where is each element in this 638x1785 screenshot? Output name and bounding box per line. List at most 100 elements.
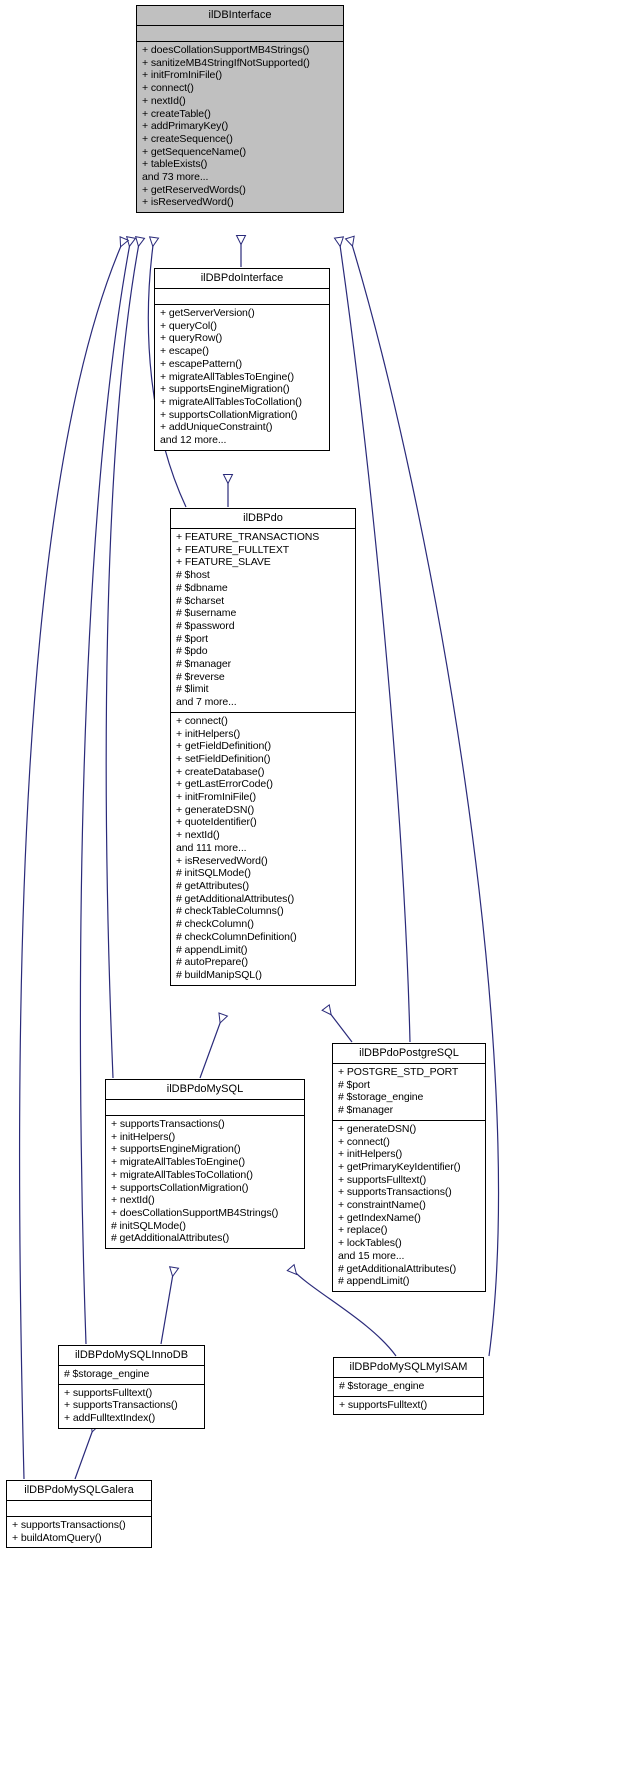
class-member: # $reverse [176,670,225,683]
class-member: + supportsCollationMigration() [111,1181,249,1194]
class-member: # autoPrepare() [176,956,249,969]
class-member: + connect() [338,1135,390,1148]
class-member-more: and 12 more... [160,434,227,447]
class-member: + getReservedWords() [142,183,246,196]
class-member: + getLastErrorCode() [176,778,273,791]
class-member: + generateDSN() [338,1122,417,1135]
class-title-ildbpdo: ilDBPdo [171,509,355,529]
class-member: # appendLimit() [338,1275,410,1288]
class-member: # getAdditionalAttributes() [176,892,295,905]
class-box-ildbpdopostgresql[interactable]: ilDBPdoPostgreSQL + POSTGRE_STD_PORT # $… [332,1043,486,1292]
class-member: # checkTableColumns() [176,905,284,918]
class-member: # $port [338,1078,370,1091]
class-member: + initHelpers() [111,1130,176,1143]
class-member: + initHelpers() [176,727,241,740]
class-title-ildbpdointerface: ilDBPdoInterface [155,269,329,289]
class-member: + nextId() [111,1194,155,1207]
class-member: + setFieldDefinition() [176,752,271,765]
class-member: + migrateAllTablesToCollation() [160,395,302,408]
class-title-ildbpdopostgresql: ilDBPdoPostgreSQL [333,1044,485,1064]
class-member: + tableExists() [142,158,208,171]
class-member: + nextId() [142,94,186,107]
class-box-ildbpdomysqlgalera[interactable]: ilDBPdoMySQLGalera + supportsTransaction… [6,1480,152,1549]
class-member: # $port [176,632,208,645]
class-member: + doesCollationSupportMB4Strings() [111,1206,279,1219]
class-member: + isReservedWord() [176,854,268,867]
class-member: + supportsTransactions() [12,1519,126,1531]
class-member: # checkColumn() [176,918,254,931]
class-member: # getAdditionalAttributes() [111,1232,230,1245]
class-member: + supportsTransactions() [111,1118,225,1130]
class-member: + FEATURE_SLAVE [176,556,271,569]
class-member: + addPrimaryKey() [142,120,229,133]
class-attributes-ildbpdomysql [106,1100,304,1116]
class-member-more: and 15 more... [338,1249,405,1262]
class-title-ildbpdomysqlmyisam: ilDBPdoMySQLMyISAM [334,1358,483,1378]
class-methods-ildbpdointerface: + getServerVersion() + queryCol() + quer… [155,305,329,450]
class-member: + migrateAllTablesToEngine() [160,370,295,383]
class-attributes-ildbpdomysqlmyisam: # $storage_engine [334,1378,483,1397]
class-box-ildbpdomysqlinnodb[interactable]: ilDBPdoMySQLInnoDB # $storage_engine + s… [58,1345,205,1429]
class-member: + sanitizeMB4StringIfNotSupported() [142,56,310,69]
class-member: # $manager [338,1104,394,1117]
class-box-ildbinterface[interactable]: ilDBInterface + doesCollationSupportMB4S… [136,5,344,214]
class-member: + supportsTransactions() [338,1186,452,1199]
class-member: + buildAtomQuery() [12,1531,102,1544]
class-member: + constraintName() [338,1199,426,1212]
class-member: + supportsTransactions() [64,1399,178,1412]
class-member: + getSequenceName() [142,145,247,158]
class-member: + connect() [142,82,194,95]
class-member: + connect() [176,714,228,727]
class-box-ildbpdomysqlmyisam[interactable]: ilDBPdoMySQLMyISAM # $storage_engine + s… [333,1357,484,1416]
class-member: + initFromIniFile() [176,791,257,804]
class-box-ildbpdointerface[interactable]: ilDBPdoInterface + getServerVersion() + … [154,268,330,451]
class-member: + escape() [160,345,209,358]
class-member: + initFromIniFile() [142,69,223,82]
class-attributes-ildbpdomysqlinnodb: # $storage_engine [59,1366,204,1385]
class-methods-ildbpdomysqlmyisam: + supportsFulltext() [334,1397,483,1415]
class-member: + migrateAllTablesToEngine() [111,1156,246,1169]
class-member: + initHelpers() [338,1148,403,1161]
class-attributes-ildbpdo: + FEATURE_TRANSACTIONS + FEATURE_FULLTEX… [171,529,355,713]
class-member-more: and 73 more... [142,171,209,184]
class-title-ildbpdomysqlgalera: ilDBPdoMySQLGalera [7,1481,151,1501]
class-member: # getAttributes() [176,879,249,892]
class-member: # $password [176,619,235,632]
class-member: + isReservedWord() [142,196,234,209]
class-member: # $host [176,569,210,582]
class-member: + migrateAllTablesToCollation() [111,1168,253,1181]
class-box-ildbpdomysql[interactable]: ilDBPdoMySQL + supportsTransactions() + … [105,1079,305,1250]
class-member: # appendLimit() [176,943,248,956]
class-methods-ildbpdo: + connect() + initHelpers() + getFieldDe… [171,713,355,985]
class-member: + queryCol() [160,319,217,332]
class-member: # $dbname [176,581,228,594]
class-member: # getAdditionalAttributes() [338,1262,457,1275]
class-methods-ildbpdopostgresql: + generateDSN() + connect() + initHelper… [333,1121,485,1291]
class-member-more: and 7 more... [176,696,237,709]
class-member: + supportsFulltext() [64,1386,153,1399]
class-member: # buildManipSQL() [176,968,262,981]
class-member: # initSQLMode() [176,867,251,880]
class-member: # $pdo [176,645,208,658]
class-member: # $charset [176,594,225,607]
class-member: # initSQLMode() [111,1219,186,1232]
class-box-ildbpdo[interactable]: ilDBPdo + FEATURE_TRANSACTIONS + FEATURE… [170,508,356,986]
class-member: + quoteIdentifier() [176,816,257,829]
class-member: + supportsEngineMigration() [111,1143,241,1156]
class-member: + getPrimaryKeyIdentifier() [338,1160,461,1173]
class-member: + FEATURE_TRANSACTIONS [176,531,320,543]
class-title-ildbinterface: ilDBInterface [137,6,343,26]
class-methods-ildbpdomysqlinnodb: + supportsFulltext() + supportsTransacti… [59,1385,204,1428]
class-member: + queryRow() [160,332,223,345]
class-member: + lockTables() [338,1237,402,1250]
class-member: + doesCollationSupportMB4Strings() [142,44,310,56]
class-attributes-ildbpdointerface [155,289,329,305]
class-methods-ildbpdomysqlgalera: + supportsTransactions() + buildAtomQuer… [7,1517,151,1547]
class-member: + createTable() [142,107,211,120]
class-methods-ildbpdomysql: + supportsTransactions() + initHelpers()… [106,1116,304,1248]
class-member: + addFulltextIndex() [64,1412,156,1425]
class-member: + supportsEngineMigration() [160,383,290,396]
class-member: # $limit [176,683,209,696]
class-methods-ildbinterface: + doesCollationSupportMB4Strings() + san… [137,42,343,212]
class-member: + supportsFulltext() [338,1173,427,1186]
